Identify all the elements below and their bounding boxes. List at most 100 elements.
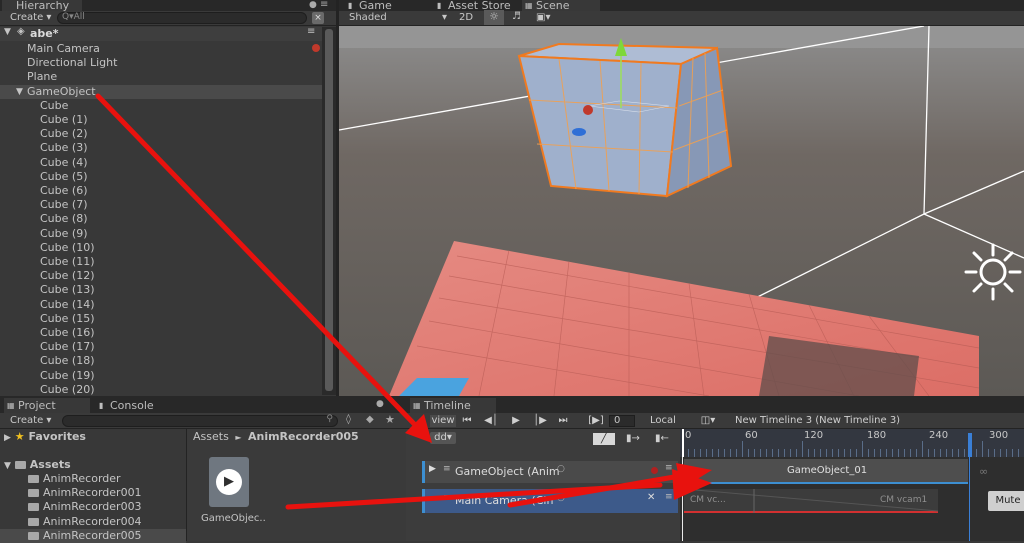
hierarchy-item[interactable]: Cube (16) bbox=[0, 326, 322, 340]
tab-game[interactable]: ▮ Game bbox=[345, 0, 425, 11]
goto-start-icon[interactable]: ⏮ bbox=[460, 415, 474, 427]
filter-by-label-icon[interactable]: ◆ bbox=[366, 414, 374, 425]
hierarchy-create-button[interactable]: Create ▾ bbox=[10, 12, 51, 23]
loop-toggle-icon[interactable]: [▶] bbox=[586, 415, 606, 427]
next-frame-icon[interactable]: │▶ bbox=[533, 415, 547, 427]
hierarchy-item[interactable]: Cube (11) bbox=[0, 255, 322, 269]
frame-input[interactable]: 0 bbox=[609, 415, 635, 427]
lighting-toggle-icon[interactable]: ☼ bbox=[484, 10, 504, 25]
audio-toggle-icon[interactable]: ♬ bbox=[512, 11, 521, 22]
folder-item[interactable]: AnimRecorder001 bbox=[28, 486, 142, 500]
hierarchy-item[interactable]: Cube bbox=[0, 99, 322, 113]
shading-dropdown-arrow-icon[interactable]: ▾ bbox=[442, 12, 447, 23]
timeline-title[interactable]: New Timeline 3 (New Timeline 3) bbox=[735, 415, 900, 426]
previous-frame-icon[interactable]: ◀│ bbox=[484, 415, 498, 427]
animation-asset-thumbnail[interactable]: ▶ bbox=[209, 457, 249, 507]
hierarchy-item[interactable]: Cube (9) bbox=[0, 227, 322, 241]
timeline-selector-icon[interactable]: ◫▾ bbox=[698, 415, 718, 427]
cube-grid[interactable] bbox=[517, 38, 733, 198]
panel-menu-icon[interactable]: ≡ bbox=[320, 0, 328, 10]
track-2-mute-icon[interactable]: ✕ bbox=[647, 492, 655, 503]
end-marker[interactable] bbox=[968, 433, 972, 457]
folder-item[interactable]: AnimRecorder003 bbox=[28, 500, 142, 514]
scene-render[interactable] bbox=[339, 26, 1024, 396]
hierarchy-item[interactable]: Cube (13) bbox=[0, 283, 322, 297]
track-menu-icon[interactable]: ≡ bbox=[665, 463, 673, 473]
hierarchy-item[interactable]: Cube (14) bbox=[0, 298, 322, 312]
local-toggle[interactable]: Local bbox=[648, 415, 678, 427]
hierarchy-item[interactable]: Cube (1) bbox=[0, 113, 322, 127]
shading-mode-dropdown[interactable]: Shaded bbox=[349, 12, 387, 23]
goto-end-icon[interactable]: ⏭ bbox=[556, 415, 570, 427]
hierarchy-item[interactable]: Cube (8) bbox=[0, 212, 322, 226]
hierarchy-search-input[interactable]: Q▾All bbox=[57, 12, 307, 24]
track-main-camera[interactable]: ≡ Main Camera (Cin ○ ✕ ≡ bbox=[422, 489, 678, 513]
hierarchy-item[interactable]: Cube (7) bbox=[0, 198, 322, 212]
hierarchy-item[interactable]: Cube (12) bbox=[0, 269, 322, 283]
asset-label[interactable]: GameObjec.. bbox=[201, 513, 266, 524]
hierarchy-item[interactable]: ▼ GameObject bbox=[0, 84, 322, 99]
hierarchy-item[interactable]: Cube (15) bbox=[0, 312, 322, 326]
expand-arrow-icon[interactable]: ▼ bbox=[4, 27, 11, 37]
clip-gameobject[interactable]: GameObject_01 bbox=[684, 459, 968, 484]
favorites-star-icon[interactable]: ★ bbox=[385, 413, 395, 426]
expand-arrow-icon[interactable]: ▼ bbox=[16, 85, 23, 99]
keyframe-icon[interactable]: ▮← bbox=[651, 433, 673, 445]
breadcrumb-current[interactable]: AnimRecorder005 bbox=[248, 430, 359, 443]
project-lock-icon[interactable]: ● bbox=[376, 399, 384, 409]
track-gameobject[interactable]: ▶ ≡ GameObject (Anim ○ ≡ bbox=[422, 461, 678, 483]
add-track-dropdown[interactable]: dd▾ bbox=[430, 432, 456, 444]
hierarchy-item[interactable]: Cube (10) bbox=[0, 241, 322, 255]
hierarchy-item[interactable]: Directional Light bbox=[0, 56, 322, 70]
filter-by-type-icon[interactable]: ◊ bbox=[346, 414, 351, 425]
hierarchy-item[interactable]: Cube (17) bbox=[0, 340, 322, 354]
lock-icon[interactable]: ● bbox=[309, 0, 317, 10]
track-2-menu-icon[interactable]: ≡ bbox=[665, 492, 673, 502]
hierarchy-item[interactable]: Cube (5) bbox=[0, 170, 322, 184]
time-ruler[interactable]: 0 60 120 180 240 300 bbox=[680, 429, 1024, 457]
hierarchy-item[interactable]: Cube (4) bbox=[0, 156, 322, 170]
preview-button[interactable]: view bbox=[430, 415, 456, 427]
scene-menu-icon[interactable]: ≡ bbox=[307, 26, 315, 37]
clip-cm-blend[interactable]: CM vc... CM vcam1 bbox=[684, 489, 938, 513]
playhead[interactable] bbox=[682, 429, 684, 457]
hierarchy-item[interactable]: Cube (19) bbox=[0, 369, 322, 383]
mode-2d-toggle[interactable]: 2D bbox=[459, 12, 473, 23]
hierarchy-item[interactable]: Cube (2) bbox=[0, 127, 322, 141]
hierarchy-search-clear-icon[interactable]: × bbox=[312, 12, 324, 24]
track-2-binding-icon[interactable]: ○ bbox=[557, 493, 565, 503]
scene-viewport[interactable] bbox=[339, 26, 1024, 396]
hierarchy-scrollbar[interactable] bbox=[322, 27, 336, 395]
tab-scene[interactable]: ▦ Scene bbox=[522, 0, 600, 11]
curve-toggle-icon[interactable]: ╱ bbox=[593, 433, 615, 445]
mute-button[interactable]: Mute bbox=[988, 491, 1024, 511]
tab-timeline[interactable]: ▦ Timeline bbox=[410, 398, 496, 413]
markers-icon[interactable]: ▮→ bbox=[622, 433, 644, 445]
favorites-arrow-icon[interactable]: ▶ bbox=[4, 433, 11, 443]
effects-toggle-icon[interactable]: ▣▾ bbox=[536, 12, 550, 23]
project-search-input[interactable]: ⚲ bbox=[62, 414, 338, 427]
hierarchy-item[interactable]: Plane bbox=[0, 70, 322, 84]
hierarchy-item[interactable]: Cube (20) bbox=[0, 383, 322, 397]
project-create-button[interactable]: Create ▾ bbox=[10, 415, 51, 426]
scene-root-row[interactable]: ▼ ◈ abe* ≡ bbox=[0, 26, 322, 41]
hierarchy-item[interactable]: Cube (3) bbox=[0, 141, 322, 155]
breadcrumb-root[interactable]: Assets bbox=[193, 430, 229, 443]
track-record-dot-icon[interactable] bbox=[651, 467, 658, 474]
tab-project[interactable]: ▦ Project bbox=[4, 398, 90, 413]
tab-console[interactable]: ▮ Console bbox=[96, 398, 176, 413]
hierarchy-scrollbar-thumb[interactable] bbox=[325, 29, 333, 391]
folder-item[interactable]: AnimRecorder004 bbox=[28, 515, 142, 529]
assets-arrow-icon[interactable]: ▼ bbox=[4, 461, 11, 471]
favorites-row[interactable]: ▶ ★ Favorites bbox=[4, 430, 86, 444]
folder-item[interactable]: AnimRecorder bbox=[28, 472, 121, 486]
assets-row[interactable]: ▼ Assets bbox=[4, 458, 71, 472]
track-record-icon[interactable]: ▶ bbox=[429, 464, 436, 474]
hierarchy-item[interactable]: Main Camera bbox=[0, 42, 322, 56]
hierarchy-item[interactable]: Cube (6) bbox=[0, 184, 322, 198]
tab-hierarchy[interactable]: Hierarchy bbox=[2, 0, 82, 11]
hierarchy-item[interactable]: Cube (18) bbox=[0, 354, 322, 368]
hierarchy-item-label: Cube (12) bbox=[40, 269, 95, 283]
track-binding-icon[interactable]: ○ bbox=[557, 464, 565, 474]
play-button-icon[interactable]: ▶ bbox=[509, 415, 523, 427]
